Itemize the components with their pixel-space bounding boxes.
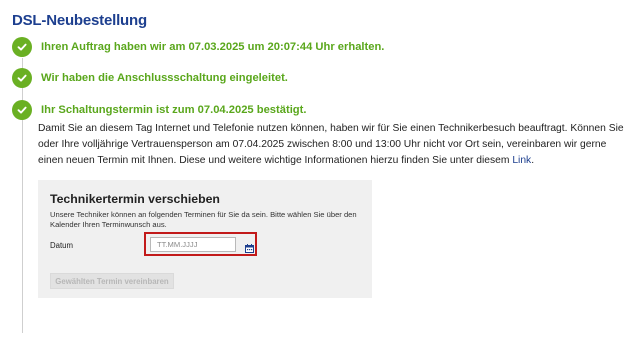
date-input[interactable] — [150, 237, 236, 252]
step-label: Wir haben die Anschlussschaltung eingele… — [41, 72, 288, 84]
step-label: Ihren Auftrag haben wir am 07.03.2025 um… — [41, 41, 385, 53]
check-circle-icon — [12, 68, 32, 88]
step-label: Ihr Schaltungstermin ist zum 07.04.2025 … — [41, 104, 307, 116]
info-link[interactable]: Link — [512, 155, 531, 166]
reschedule-panel: Technikertermin verschieben Unsere Techn… — [38, 180, 372, 298]
description-end: . — [531, 155, 535, 166]
check-circle-icon — [12, 37, 32, 57]
book-appointment-button[interactable]: Gewählten Termin vereinbaren — [50, 273, 174, 289]
reschedule-instructions: Unsere Techniker können an folgenden Ter… — [50, 210, 357, 229]
calendar-icon[interactable] — [245, 240, 254, 253]
status-step-appointment-confirmed: Ihr Schaltungstermin ist zum 07.04.2025 … — [12, 100, 306, 120]
appointment-description: Damit Sie an diesem Tag Internet und Tel… — [38, 121, 634, 169]
status-step-order-received: Ihren Auftrag haben wir am 07.03.2025 um… — [12, 37, 384, 57]
date-label: Datum — [50, 241, 73, 250]
reschedule-title: Technikertermin verschieben — [50, 192, 220, 206]
check-circle-icon — [12, 100, 32, 120]
description-text: Damit Sie an diesem Tag Internet und Tel… — [38, 123, 624, 166]
status-step-connection-initiated: Wir haben die Anschlussschaltung eingele… — [12, 68, 288, 88]
page-title: DSL-Neubestellung — [12, 12, 147, 29]
